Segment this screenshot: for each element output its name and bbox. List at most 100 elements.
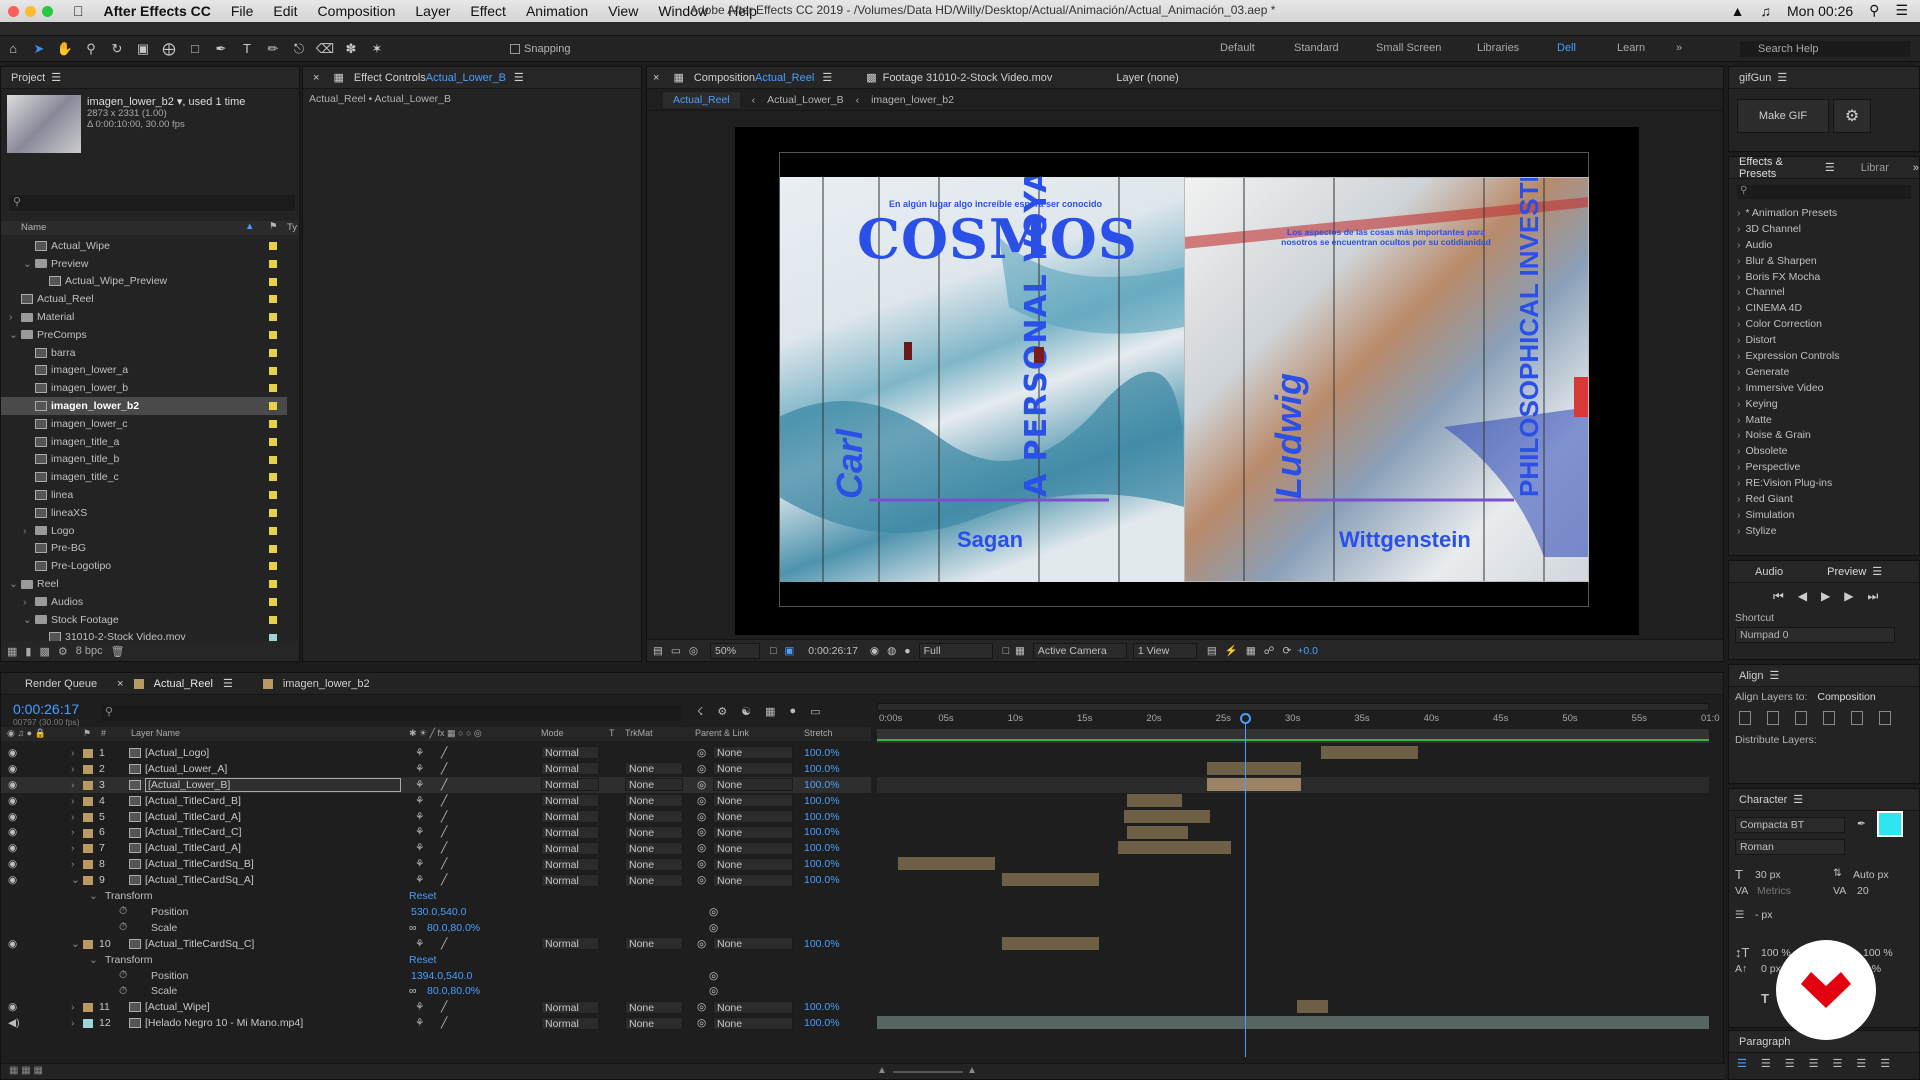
layer-duration-bar[interactable]: [1001, 936, 1099, 950]
clone-tool-icon[interactable]: ⎋: [288, 39, 310, 59]
twirl-icon[interactable]: ›: [71, 795, 75, 807]
work-area-range[interactable]: [877, 729, 1709, 743]
layer-row[interactable]: ◉ › 11 [Actual_Wipe] ⚘ ╱ Normal None ◎ None 100.0%: [1, 999, 871, 1015]
bpc-label[interactable]: 8 bpc: [76, 645, 103, 657]
effects-category[interactable]: Color Correction: [1729, 316, 1919, 332]
parent-dropdown[interactable]: None: [713, 746, 793, 760]
lock-icon[interactable]: ▦: [333, 71, 343, 84]
twirl-icon[interactable]: ⌄: [23, 258, 35, 270]
label-color-swatch[interactable]: [83, 876, 93, 886]
project-item[interactable]: ⌄ Reel: [1, 575, 287, 593]
parent-pickwhip-icon[interactable]: ◎: [697, 811, 706, 823]
project-item[interactable]: barra: [1, 344, 287, 362]
effects-category[interactable]: CINEMA 4D: [1729, 300, 1919, 316]
visibility-eye-icon[interactable]: ◉: [8, 811, 17, 823]
project-panel-title[interactable]: Project: [11, 72, 45, 84]
timeline-icon[interactable]: ▦: [1246, 645, 1256, 657]
label-color-swatch[interactable]: [269, 544, 277, 553]
label-color-swatch[interactable]: [269, 562, 277, 571]
eraser-tool-icon[interactable]: ⌫: [314, 39, 336, 59]
prev-frame-icon[interactable]: ◀: [1798, 589, 1807, 604]
effects-category[interactable]: Obsolete: [1729, 443, 1919, 459]
shy-switch-icon[interactable]: ⚘: [415, 874, 424, 886]
project-item[interactable]: ⌄ Stock Footage: [1, 611, 287, 629]
trkmat-dropdown[interactable]: None: [625, 794, 683, 808]
transform-reset-link[interactable]: Reset: [409, 954, 436, 966]
rotate-tool-icon[interactable]: ↻: [106, 39, 128, 59]
blend-mode-dropdown[interactable]: Normal: [541, 825, 599, 839]
project-settings-icon[interactable]: ⚙: [58, 645, 68, 658]
label-color-swatch[interactable]: [269, 615, 277, 624]
visibility-eye-icon[interactable]: ◉: [8, 826, 17, 838]
parent-dropdown[interactable]: None: [713, 937, 793, 951]
project-item[interactable]: Actual_Reel: [1, 290, 287, 308]
close-tab-icon[interactable]: ×: [653, 72, 659, 84]
effects-category[interactable]: Audio: [1729, 237, 1919, 253]
panel-menu-icon[interactable]: ☰: [1825, 161, 1835, 174]
effects-category[interactable]: Expression Controls: [1729, 348, 1919, 364]
brush-tool-icon[interactable]: ✏: [262, 39, 284, 59]
project-item[interactable]: ⌄ Preview: [1, 255, 287, 273]
vertical-scale-value[interactable]: 100 %: [1761, 947, 1791, 959]
paragraph-title[interactable]: Paragraph: [1739, 1036, 1790, 1048]
shy-switch-icon[interactable]: ⚘: [415, 938, 424, 950]
layer-row[interactable]: ◉ ⌄ 9 [Actual_TitleCardSq_A] ⚘ ╱ Normal None ◎ No…: [1, 872, 871, 888]
stopwatch-icon[interactable]: ⏱: [119, 921, 127, 934]
imagen-lower-b2-tab[interactable]: imagen_lower_b2: [273, 673, 380, 695]
parent-dropdown[interactable]: None: [713, 857, 793, 871]
expression-pickwhip-icon[interactable]: ◎: [709, 985, 718, 997]
parent-pickwhip-icon[interactable]: ◎: [697, 1017, 706, 1029]
expression-pickwhip-icon[interactable]: ◎: [709, 906, 718, 918]
align-left-icon[interactable]: [1739, 711, 1751, 725]
libraries-tab[interactable]: Librar: [1861, 162, 1889, 174]
align-title[interactable]: Align: [1739, 670, 1763, 682]
sort-arrow-icon[interactable]: ▲: [245, 221, 254, 232]
project-item[interactable]: linea: [1, 486, 287, 504]
layer-tab[interactable]: Layer (none): [1116, 72, 1178, 84]
justify-right-icon[interactable]: ☰: [1856, 1057, 1866, 1070]
trkmat-dropdown[interactable]: None: [625, 762, 683, 776]
shy-icon[interactable]: ☯: [741, 705, 751, 718]
parent-pickwhip-icon[interactable]: ◎: [697, 763, 706, 775]
justify-all-icon[interactable]: ☰: [1880, 1057, 1890, 1070]
label-color-swatch[interactable]: [269, 259, 277, 268]
col-trkmat[interactable]: TrkMat: [625, 728, 653, 738]
parent-pickwhip-icon[interactable]: ◎: [697, 779, 706, 791]
label-color-swatch[interactable]: [269, 597, 277, 606]
label-color-swatch[interactable]: [83, 796, 93, 806]
stretch-value[interactable]: 100.0%: [804, 763, 840, 775]
label-color-swatch[interactable]: [269, 366, 277, 375]
quality-switch-icon[interactable]: ╱: [441, 842, 447, 854]
stretch-value[interactable]: 100.0%: [804, 779, 840, 791]
trkmat-dropdown[interactable]: None: [625, 873, 683, 887]
parent-pickwhip-icon[interactable]: ◎: [697, 842, 706, 854]
toggle-switches-icon[interactable]: ▦ ▦ ▦: [9, 1065, 43, 1076]
parent-pickwhip-icon[interactable]: ◎: [697, 747, 706, 759]
transform-group[interactable]: ⌄ Transform Reset: [1, 952, 871, 968]
layer-duration-bar[interactable]: [1118, 841, 1231, 855]
pan-behind-tool-icon[interactable]: ⨁: [158, 39, 180, 59]
effects-category[interactable]: Stylize: [1729, 523, 1919, 539]
puppet-tool-icon[interactable]: ✶: [366, 39, 388, 59]
actual-reel-tab[interactable]: Actual_Reel: [144, 673, 223, 695]
stretch-value[interactable]: 100.0%: [804, 811, 840, 823]
menu-effect[interactable]: Effect: [460, 3, 516, 19]
label-color-swatch[interactable]: [83, 812, 93, 822]
blend-mode-dropdown[interactable]: Normal: [541, 937, 599, 951]
kerning-value[interactable]: Metrics: [1757, 885, 1791, 897]
shy-switch-icon[interactable]: ⚘: [415, 763, 424, 775]
expression-pickwhip-icon[interactable]: ◎: [709, 922, 718, 934]
quality-switch-icon[interactable]: ╱: [441, 874, 447, 886]
twirl-icon[interactable]: ›: [71, 747, 75, 759]
stretch-value[interactable]: 100.0%: [804, 747, 840, 759]
twirl-icon[interactable]: ⌄: [89, 954, 98, 966]
label-color-swatch[interactable]: [83, 1019, 93, 1029]
scale-value[interactable]: 80.0,80.0%: [427, 985, 480, 997]
stretch-value[interactable]: 100.0%: [804, 1001, 840, 1013]
label-color-swatch[interactable]: [269, 330, 277, 339]
roi-icon[interactable]: □: [1003, 645, 1009, 657]
shortcut-dropdown[interactable]: Numpad 0: [1735, 627, 1895, 643]
audio-tab[interactable]: Audio: [1755, 566, 1783, 578]
label-color-swatch[interactable]: [269, 313, 277, 322]
twirl-icon[interactable]: ⌄: [9, 329, 21, 341]
